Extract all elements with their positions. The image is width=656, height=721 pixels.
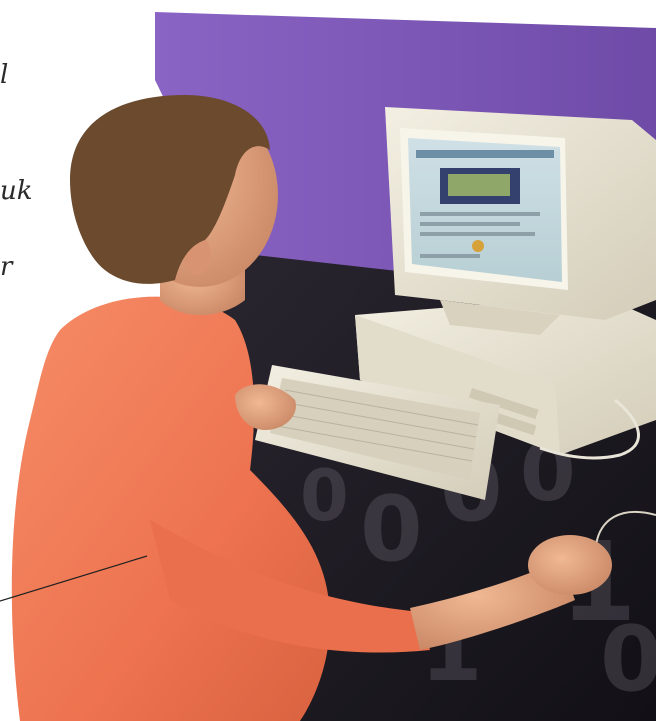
margin-text-fragment-low: r	[0, 252, 13, 282]
monitor-screen	[408, 138, 562, 282]
margin-text-fragment-top: l	[0, 60, 9, 90]
svg-text:0: 0	[300, 455, 349, 537]
svg-text:0: 0	[360, 477, 423, 582]
margin-text-fragment-mid: uk	[0, 176, 33, 206]
photo-scene: 0 0 0 1 0 1 0	[0, 0, 656, 721]
svg-text:0: 0	[600, 607, 656, 712]
person-hand-right	[528, 535, 612, 595]
